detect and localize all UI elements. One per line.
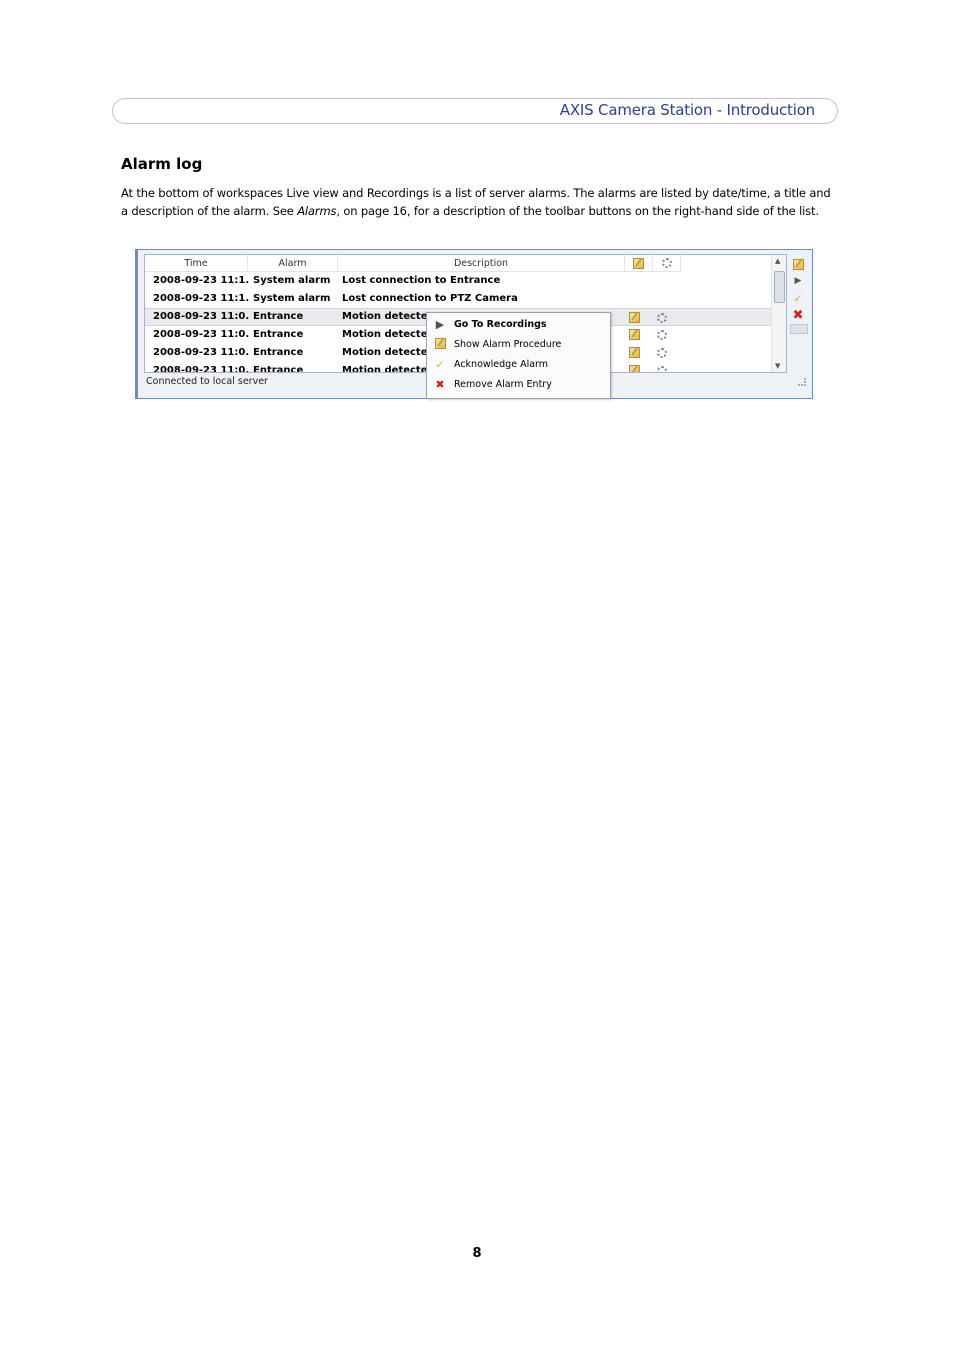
menu-item-go-to-recordings[interactable]: ▶ Go To Recordings — [427, 315, 610, 335]
row-alarm: System alarm — [253, 293, 331, 304]
scroll-up-arrow-icon[interactable]: ▲ — [775, 257, 780, 265]
remove-alarm-button[interactable]: ✖ — [791, 309, 805, 323]
menu-item-label: Show Alarm Procedure — [454, 339, 562, 350]
menu-item-label: Remove Alarm Entry — [454, 379, 552, 390]
column-header-procedure[interactable] — [625, 255, 653, 272]
row-time: 2008-09-23 11:1... — [153, 293, 249, 304]
page-header-title: AXIS Camera Station - Introduction — [559, 101, 815, 119]
column-header-time[interactable]: Time — [145, 255, 248, 272]
alarm-log-screenshot: Time Alarm Description 2008-09-23 11:1..… — [135, 249, 813, 399]
row-alarm: System alarm — [253, 275, 331, 286]
row-time: 2008-09-23 11:1... — [153, 275, 249, 286]
column-header-alarm[interactable]: Alarm — [248, 255, 338, 272]
acknowledge-button[interactable]: ✓ — [791, 292, 805, 306]
intro-text-before: a description of the alarm. See — [121, 204, 298, 218]
gear-icon[interactable] — [657, 362, 671, 372]
alarms-reference: Alarms — [297, 204, 337, 218]
menu-item-show-alarm-procedure[interactable]: Show Alarm Procedure — [427, 335, 610, 355]
intro-line-1: At the bottom of workspaces Live view an… — [121, 186, 831, 200]
alarm-procedure-button[interactable] — [791, 256, 805, 270]
intro-line-2: a description of the alarm. See Alarms, … — [121, 202, 833, 220]
status-text: Connected to local server — [146, 376, 268, 387]
row-time: 2008-09-23 11:0... — [153, 347, 249, 358]
row-time: 2008-09-23 11:0... — [153, 365, 249, 373]
row-description: Motion detected. — [342, 311, 428, 322]
toolbar-overflow[interactable] — [790, 324, 808, 334]
row-alarm: Entrance — [253, 365, 304, 373]
alarm-toolbar: ▶ ✓ ✖ — [789, 254, 809, 334]
section-intro: At the bottom of workspaces Live view an… — [121, 184, 833, 220]
vertical-scrollbar[interactable]: ▲ ▼ — [771, 255, 786, 372]
section-title: Alarm log — [121, 155, 203, 173]
context-menu: ▶ Go To Recordings Show Alarm Procedure … — [426, 312, 611, 399]
row-description: Motion detected. — [342, 329, 428, 340]
column-header-camera[interactable] — [653, 255, 681, 272]
menu-item-acknowledge-alarm[interactable]: ✓ Acknowledge Alarm — [427, 355, 610, 375]
table-row[interactable]: 2008-09-23 11:1... System alarm Lost con… — [145, 290, 773, 308]
row-description: Lost connection to PTZ Camera — [342, 293, 518, 304]
remove-icon: ✖ — [435, 378, 445, 391]
page-header-bar: AXIS Camera Station - Introduction — [112, 98, 838, 124]
resize-grip-icon[interactable] — [798, 378, 806, 386]
check-icon: ✓ — [435, 358, 445, 371]
menu-item-label: Acknowledge Alarm — [454, 359, 549, 370]
pencil-icon[interactable] — [629, 362, 643, 372]
table-row[interactable]: 2008-09-23 11:1... System alarm Lost con… — [145, 272, 773, 290]
intro-text-after: , on page 16, for a description of the t… — [336, 204, 819, 218]
row-alarm: Entrance — [253, 329, 304, 340]
row-description: Motion detected. — [342, 347, 428, 358]
row-alarm: Entrance — [253, 347, 304, 358]
pencil-icon — [433, 338, 447, 352]
row-time: 2008-09-23 11:0... — [153, 329, 249, 340]
pencil-icon — [633, 258, 644, 269]
scroll-thumb[interactable] — [774, 271, 785, 303]
menu-item-remove-alarm-entry[interactable]: ✖ Remove Alarm Entry — [427, 375, 610, 395]
row-description: Lost connection to Entrance — [342, 275, 501, 286]
play-icon: ▶ — [435, 318, 445, 331]
menu-item-label: Go To Recordings — [454, 319, 547, 330]
gear-icon — [661, 258, 672, 268]
column-header-description[interactable]: Description — [338, 255, 625, 272]
row-description: Motion detected. — [342, 365, 428, 373]
page-number: 8 — [472, 1246, 482, 1261]
pencil-icon — [792, 259, 804, 270]
scroll-down-arrow-icon[interactable]: ▼ — [775, 362, 780, 370]
row-time: 2008-09-23 11:0... — [153, 311, 249, 322]
go-to-recordings-button[interactable]: ▶ — [791, 274, 805, 288]
row-alarm: Entrance — [253, 311, 304, 322]
